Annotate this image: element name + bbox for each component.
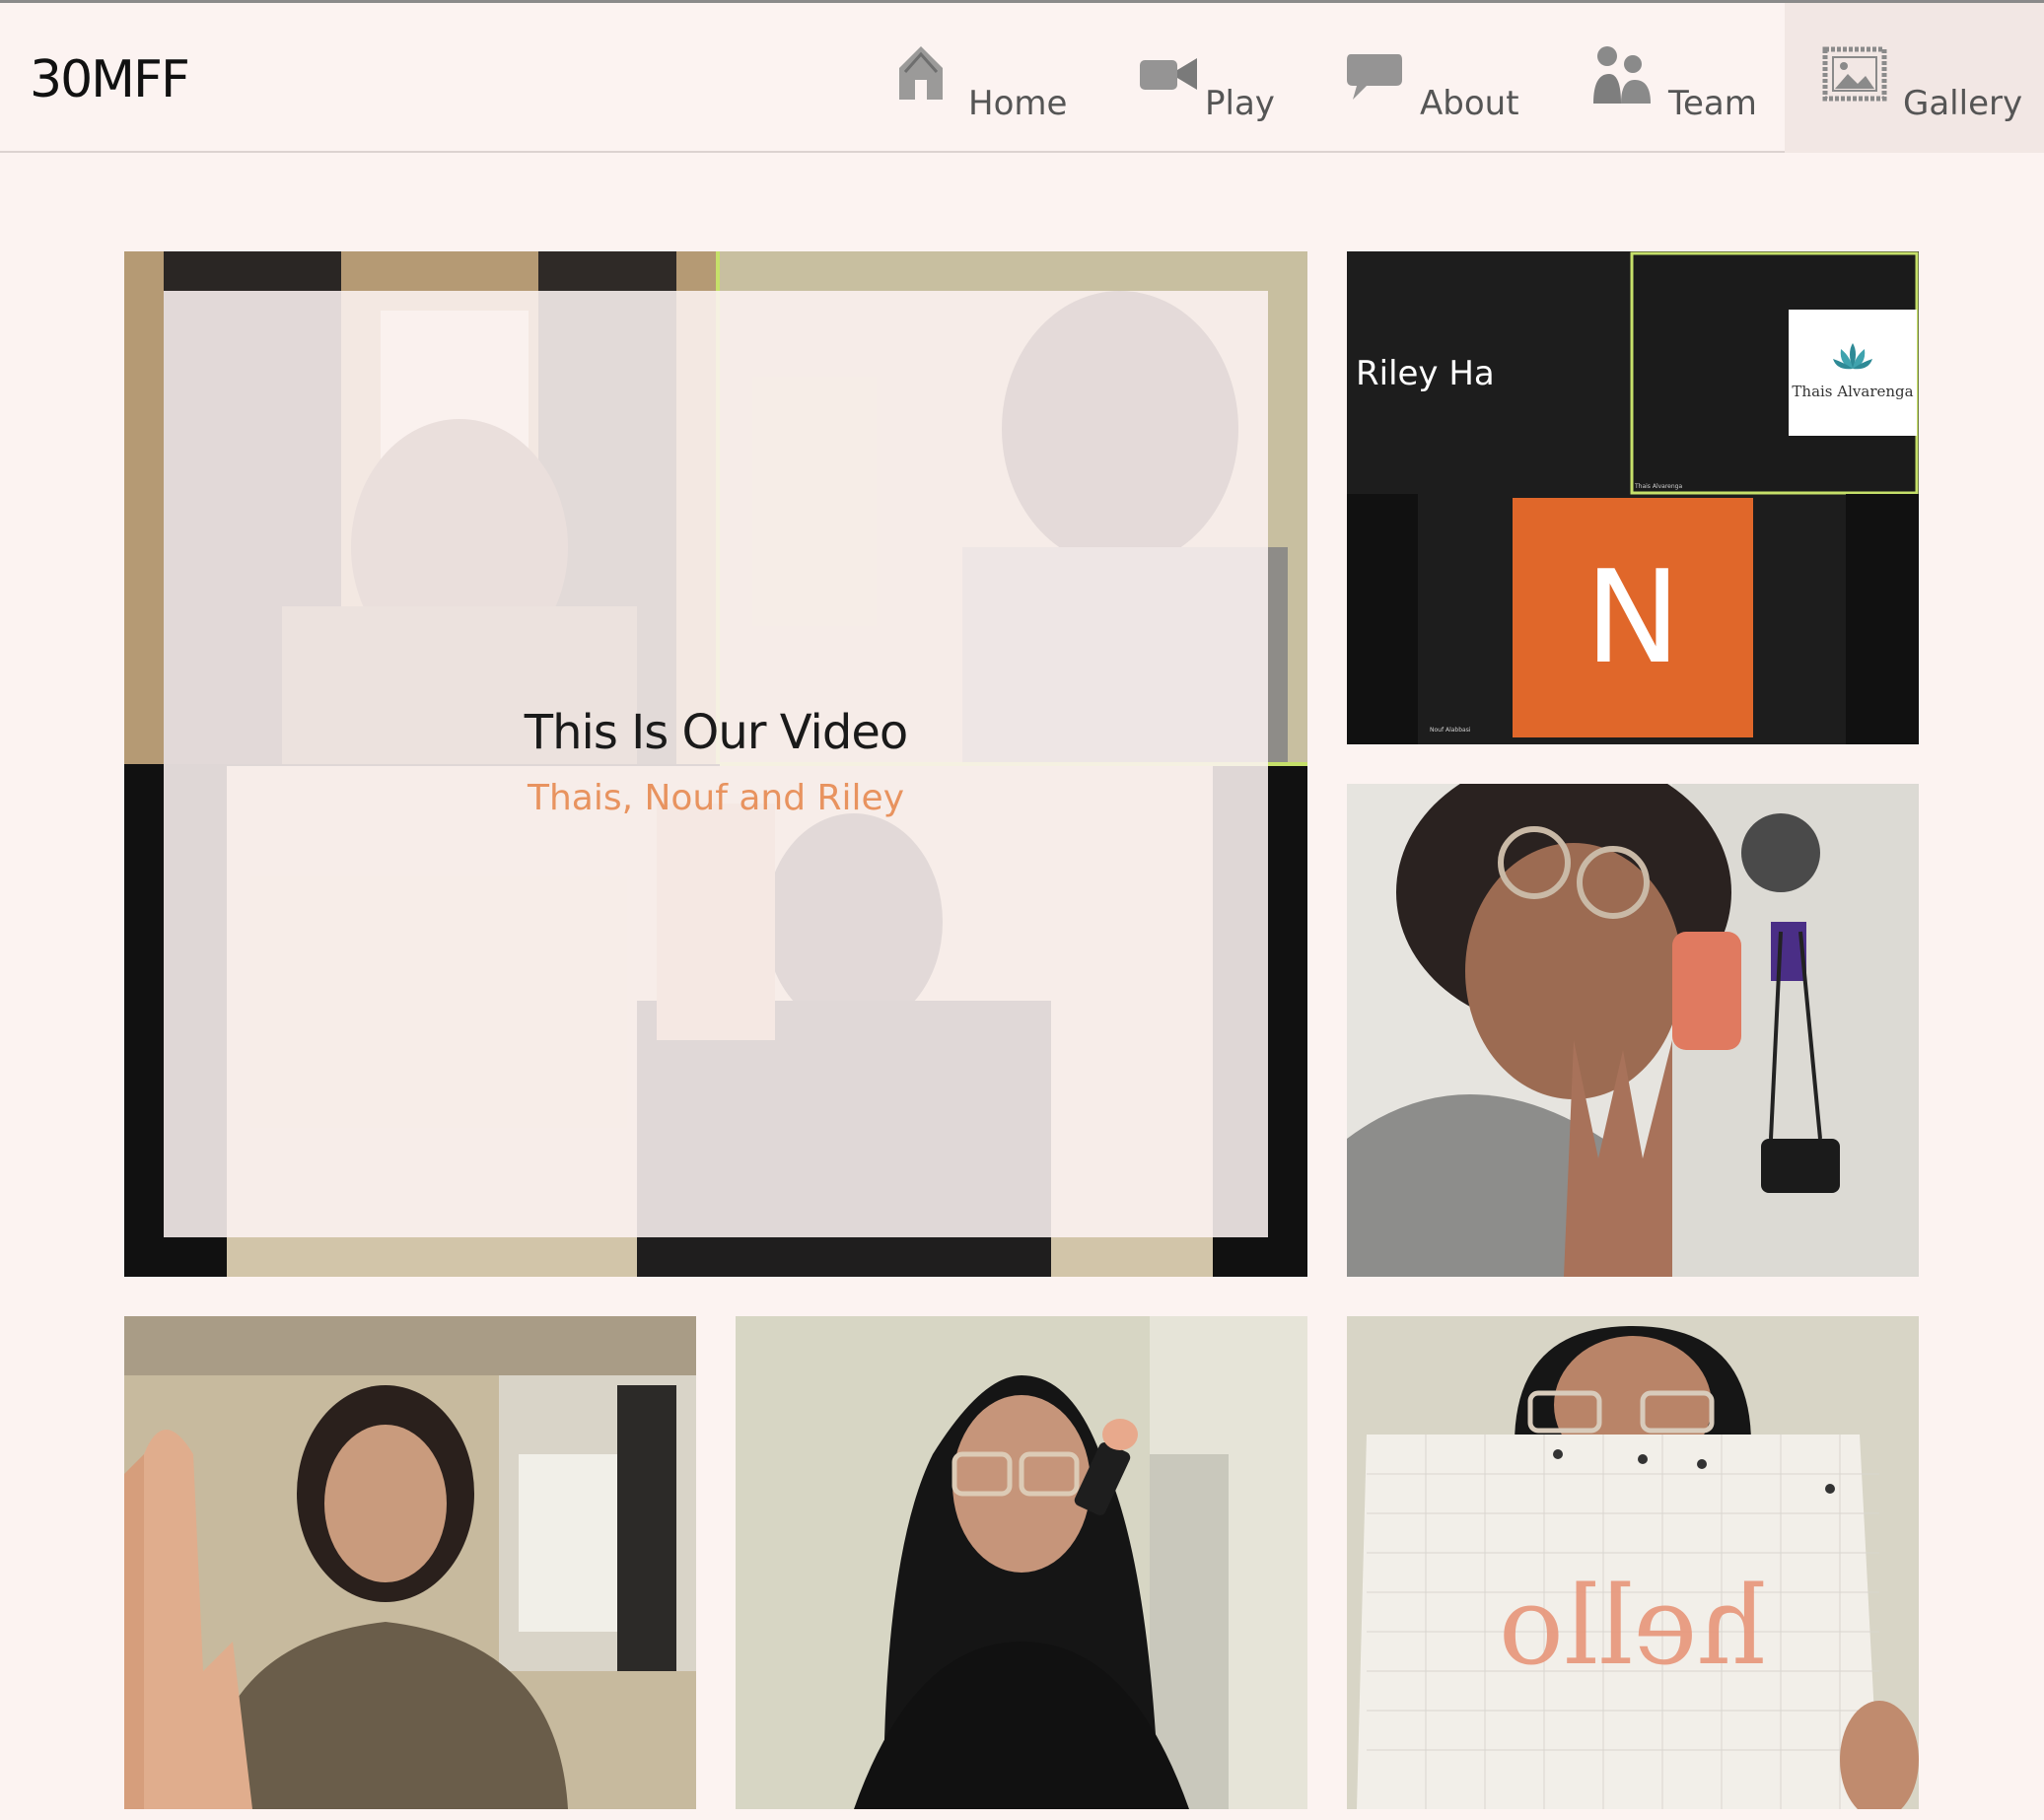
video-credits: Thais, Nouf and Riley bbox=[527, 778, 905, 818]
nav-label-home: Home bbox=[968, 84, 1068, 123]
gallery-photo-peace-sign[interactable] bbox=[1347, 784, 1919, 1277]
photo-marker bbox=[736, 1316, 1307, 1809]
featured-video-tile[interactable]: This Is Our Video Thais, Nouf and Riley bbox=[124, 251, 1307, 1277]
video-camera-icon bbox=[1138, 54, 1199, 103]
nav-item-play[interactable]: Play bbox=[1132, 3, 1290, 153]
video-title: This Is Our Video bbox=[524, 705, 908, 760]
participant-profile-card: Thais Alvarenga bbox=[1789, 310, 1917, 436]
nav-item-home[interactable]: Home bbox=[887, 3, 1085, 153]
nav-item-team[interactable]: Team bbox=[1587, 3, 1765, 153]
photo-peace-sign bbox=[1347, 784, 1919, 1277]
speech-bubble-icon bbox=[1345, 50, 1404, 110]
gallery-page: 30MFF Home Play About Team Gallery This … bbox=[0, 0, 2044, 1820]
sign-text: hello bbox=[1498, 1563, 1768, 1689]
video-info-overlay bbox=[164, 291, 1268, 1237]
participant-small-name: Nouf Alabbasi bbox=[1430, 727, 1471, 734]
profile-card-name: Thais Alvarenga bbox=[1792, 383, 1914, 400]
home-icon bbox=[895, 42, 947, 110]
gallery-photo-raised-hand[interactable] bbox=[124, 1316, 696, 1809]
avatar-initial: N bbox=[1585, 542, 1681, 692]
gallery-photo-hello-sign[interactable]: hello bbox=[1347, 1316, 1919, 1809]
nav-item-about[interactable]: About bbox=[1341, 3, 1528, 153]
picture-frame-icon bbox=[1822, 46, 1887, 112]
site-logo[interactable]: 30MFF bbox=[30, 50, 190, 109]
participant-name-label: Riley Ha bbox=[1356, 354, 1495, 393]
photo-raised-hand bbox=[124, 1316, 696, 1809]
nav-item-gallery[interactable]: Gallery bbox=[1785, 3, 2044, 153]
lotus-logo-icon bbox=[1831, 339, 1874, 373]
nav-label-gallery: Gallery bbox=[1903, 84, 2023, 123]
nav-label-play: Play bbox=[1205, 84, 1275, 123]
people-icon bbox=[1591, 44, 1655, 116]
gallery-photo-marker[interactable] bbox=[736, 1316, 1307, 1809]
site-header: 30MFF Home Play About Team Gallery bbox=[0, 0, 2044, 153]
nav-label-team: Team bbox=[1668, 84, 1757, 123]
nav-label-about: About bbox=[1420, 84, 1519, 123]
participant-small-name: Thais Alvarenga bbox=[1635, 483, 1683, 490]
zoom-call-tile[interactable]: Riley Ha Thais Alvarenga Thais Alvarenga… bbox=[1347, 251, 1919, 744]
